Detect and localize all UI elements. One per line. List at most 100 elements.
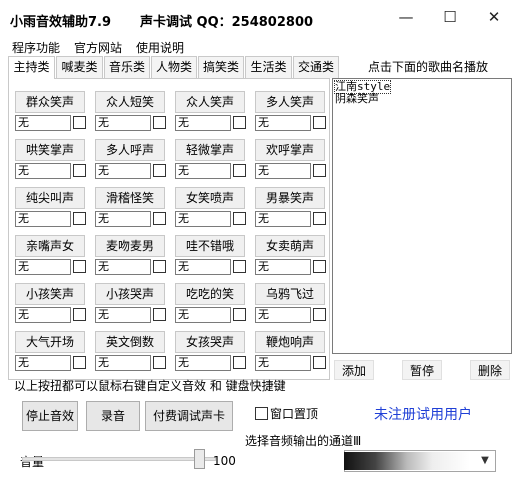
- sound-button[interactable]: 女笑喷声: [175, 187, 245, 209]
- hotkey-field[interactable]: 无: [175, 307, 231, 323]
- sound-button[interactable]: 男暴笑声: [255, 187, 325, 209]
- loop-checkbox[interactable]: [153, 164, 166, 177]
- loop-checkbox[interactable]: [233, 308, 246, 321]
- output-channel-label: 选择音频输出的通道Ⅲ: [245, 434, 362, 448]
- loop-checkbox[interactable]: [153, 356, 166, 369]
- chevron-down-icon[interactable]: ▼: [476, 452, 494, 470]
- sound-button[interactable]: 鞭炮响声: [255, 331, 325, 353]
- hotkey-field[interactable]: 无: [95, 115, 151, 131]
- loop-checkbox[interactable]: [313, 164, 326, 177]
- sound-button[interactable]: 女卖萌声: [255, 235, 325, 257]
- loop-checkbox[interactable]: [73, 164, 86, 177]
- close-button[interactable]: ✕: [472, 4, 516, 30]
- loop-checkbox[interactable]: [233, 260, 246, 273]
- hotkey-field[interactable]: 无: [255, 355, 311, 371]
- sound-button[interactable]: 众人短笑: [95, 91, 165, 113]
- sound-button[interactable]: 轻微掌声: [175, 139, 245, 161]
- tab-music[interactable]: 音乐类: [104, 56, 150, 78]
- loop-checkbox[interactable]: [73, 116, 86, 129]
- minimize-button[interactable]: —: [384, 4, 428, 30]
- menu-website[interactable]: 官方网站: [74, 39, 122, 56]
- sound-button[interactable]: 小孩笑声: [15, 283, 85, 305]
- hotkey-field[interactable]: 无: [95, 355, 151, 371]
- loop-checkbox[interactable]: [153, 212, 166, 225]
- tab-funny[interactable]: 搞笑类: [198, 56, 244, 78]
- sound-button[interactable]: 欢呼掌声: [255, 139, 325, 161]
- hotkey-field[interactable]: 无: [15, 163, 71, 179]
- hotkey-field[interactable]: 无: [255, 307, 311, 323]
- volume-slider-thumb[interactable]: [194, 449, 205, 469]
- sound-button[interactable]: 英文倒数: [95, 331, 165, 353]
- record-button[interactable]: 录音: [86, 401, 140, 431]
- loop-checkbox[interactable]: [313, 212, 326, 225]
- loop-checkbox[interactable]: [313, 260, 326, 273]
- hotkey-field[interactable]: 无: [175, 163, 231, 179]
- menu-program[interactable]: 程序功能: [12, 39, 60, 56]
- unregistered-status: 未注册试用用户: [374, 407, 472, 423]
- volume-slider-track[interactable]: [22, 457, 216, 461]
- paid-tuning-button[interactable]: 付费调试声卡: [145, 401, 233, 431]
- sound-button[interactable]: 多人笑声: [255, 91, 325, 113]
- topmost-checkbox[interactable]: [255, 407, 268, 420]
- hotkey-field[interactable]: 无: [15, 355, 71, 371]
- hotkey-field[interactable]: 无: [15, 115, 71, 131]
- sound-button[interactable]: 多人呼声: [95, 139, 165, 161]
- stop-sound-button[interactable]: 停止音效: [22, 401, 78, 431]
- hotkey-field[interactable]: 无: [175, 355, 231, 371]
- loop-checkbox[interactable]: [313, 116, 326, 129]
- sound-button[interactable]: 哇不错哦: [175, 235, 245, 257]
- loop-checkbox[interactable]: [73, 260, 86, 273]
- pause-button[interactable]: 暂停: [402, 360, 442, 380]
- hotkey-field[interactable]: 无: [175, 211, 231, 227]
- loop-checkbox[interactable]: [73, 356, 86, 369]
- hotkey-field[interactable]: 无: [15, 211, 71, 227]
- loop-checkbox[interactable]: [233, 116, 246, 129]
- sound-button[interactable]: 亲嘴声女: [15, 235, 85, 257]
- maximize-button[interactable]: ☐: [428, 4, 472, 30]
- hotkey-field[interactable]: 无: [95, 211, 151, 227]
- hotkey-field[interactable]: 无: [95, 163, 151, 179]
- hotkey-field[interactable]: 无: [255, 211, 311, 227]
- hotkey-field[interactable]: 无: [255, 115, 311, 131]
- tab-host[interactable]: 主持类: [8, 56, 55, 79]
- menu-help[interactable]: 使用说明: [136, 39, 184, 56]
- playlist-item[interactable]: 阴森笑声: [335, 93, 379, 105]
- loop-checkbox[interactable]: [313, 308, 326, 321]
- sound-button[interactable]: 群众笑声: [15, 91, 85, 113]
- hotkey-field[interactable]: 无: [95, 307, 151, 323]
- sound-button[interactable]: 吃吃的笑: [175, 283, 245, 305]
- sound-button[interactable]: 纯尖叫声: [15, 187, 85, 209]
- add-button[interactable]: 添加: [334, 360, 374, 380]
- sound-button[interactable]: 滑稽怪笑: [95, 187, 165, 209]
- hotkey-field[interactable]: 无: [95, 259, 151, 275]
- loop-checkbox[interactable]: [153, 116, 166, 129]
- loop-checkbox[interactable]: [153, 260, 166, 273]
- loop-checkbox[interactable]: [153, 308, 166, 321]
- tab-shout[interactable]: 喊麦类: [56, 56, 103, 78]
- sound-button[interactable]: 哄笑掌声: [15, 139, 85, 161]
- hotkey-field[interactable]: 无: [175, 259, 231, 275]
- sound-button[interactable]: 众人笑声: [175, 91, 245, 113]
- playlist-box[interactable]: 江南style 阴森笑声: [332, 78, 512, 354]
- sound-button[interactable]: 女孩哭声: [175, 331, 245, 353]
- loop-checkbox[interactable]: [73, 212, 86, 225]
- delete-button[interactable]: 删除: [470, 360, 510, 380]
- hotkey-field[interactable]: 无: [15, 307, 71, 323]
- tab-traffic[interactable]: 交通类: [293, 56, 339, 78]
- sound-button[interactable]: 大气开场: [15, 331, 85, 353]
- loop-checkbox[interactable]: [233, 164, 246, 177]
- hotkey-field[interactable]: 无: [255, 163, 311, 179]
- sound-button[interactable]: 麦吻麦男: [95, 235, 165, 257]
- hotkey-field[interactable]: 无: [175, 115, 231, 131]
- sound-button[interactable]: 小孩哭声: [95, 283, 165, 305]
- sound-button[interactable]: 乌鸦飞过: [255, 283, 325, 305]
- loop-checkbox[interactable]: [73, 308, 86, 321]
- tab-life[interactable]: 生活类: [245, 56, 292, 78]
- hotkey-field[interactable]: 无: [15, 259, 71, 275]
- loop-checkbox[interactable]: [313, 356, 326, 369]
- loop-checkbox[interactable]: [233, 212, 246, 225]
- hotkey-field[interactable]: 无: [255, 259, 311, 275]
- loop-checkbox[interactable]: [233, 356, 246, 369]
- tab-people[interactable]: 人物类: [151, 56, 197, 78]
- volume-label: 音量: [20, 455, 45, 469]
